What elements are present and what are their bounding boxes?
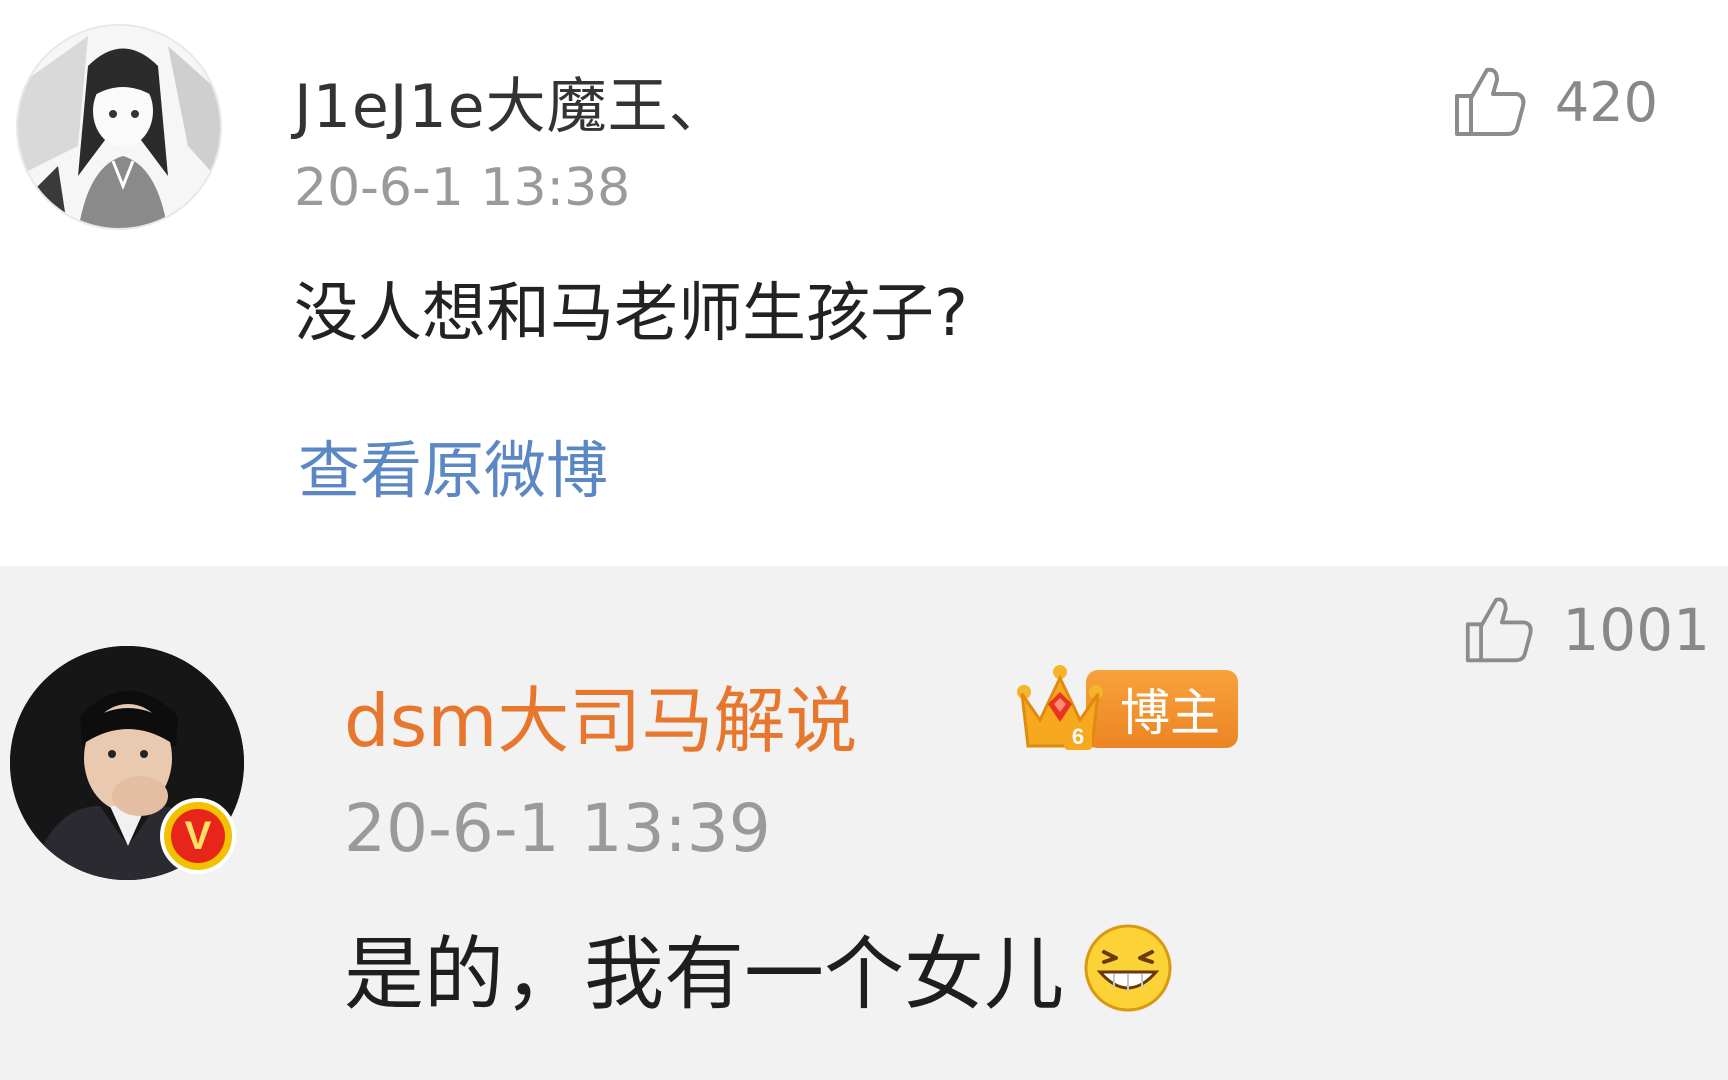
reply-timestamp: 20-6-1 13:39: [344, 790, 771, 867]
view-original-post-link[interactable]: 查看原微博: [298, 420, 608, 510]
reply-like-button[interactable]: 1001: [1464, 594, 1710, 666]
thumbs-up-icon: [1466, 597, 1533, 663]
like-count: 420: [1554, 70, 1658, 134]
badge-level: 6: [1072, 724, 1084, 749]
user-avatar[interactable]: [16, 24, 222, 230]
username[interactable]: J1eJ1e大魔王、: [294, 58, 730, 145]
blogger-username[interactable]: dsm大司马解说: [344, 662, 857, 767]
crown-icon: 6: [1014, 664, 1106, 754]
comment-thread: J1eJ1e大魔王、 20-6-1 13:38 没人想和马老师生孩子? 查看原微…: [0, 0, 1728, 1080]
reply-text-row: 是的，我有一个女儿: [344, 910, 1174, 1026]
grin-emoji-icon: [1084, 924, 1172, 1012]
blogger-badge[interactable]: 6 博主: [1014, 664, 1238, 754]
comment-card: J1eJ1e大魔王、 20-6-1 13:38 没人想和马老师生孩子? 查看原微…: [0, 0, 1728, 566]
blogger-reply-card: V dsm大司马解说 6 博主 20-6-1 13:39 是的，我有一个女儿 1…: [0, 566, 1728, 1080]
blogger-badge-label: 博主: [1086, 670, 1238, 748]
verified-icon: V: [171, 809, 225, 863]
reply-like-count: 1001: [1562, 596, 1710, 664]
manga-avatar-icon: [18, 26, 220, 228]
comment-text: 没人想和马老师生孩子?: [294, 277, 968, 351]
reply-text: 是的，我有一个女儿: [344, 928, 1064, 1021]
timestamp: 20-6-1 13:38: [294, 158, 631, 218]
thumbs-up-icon: [1454, 67, 1526, 136]
like-button[interactable]: 420: [1453, 64, 1658, 140]
verified-badge: V: [160, 798, 236, 874]
